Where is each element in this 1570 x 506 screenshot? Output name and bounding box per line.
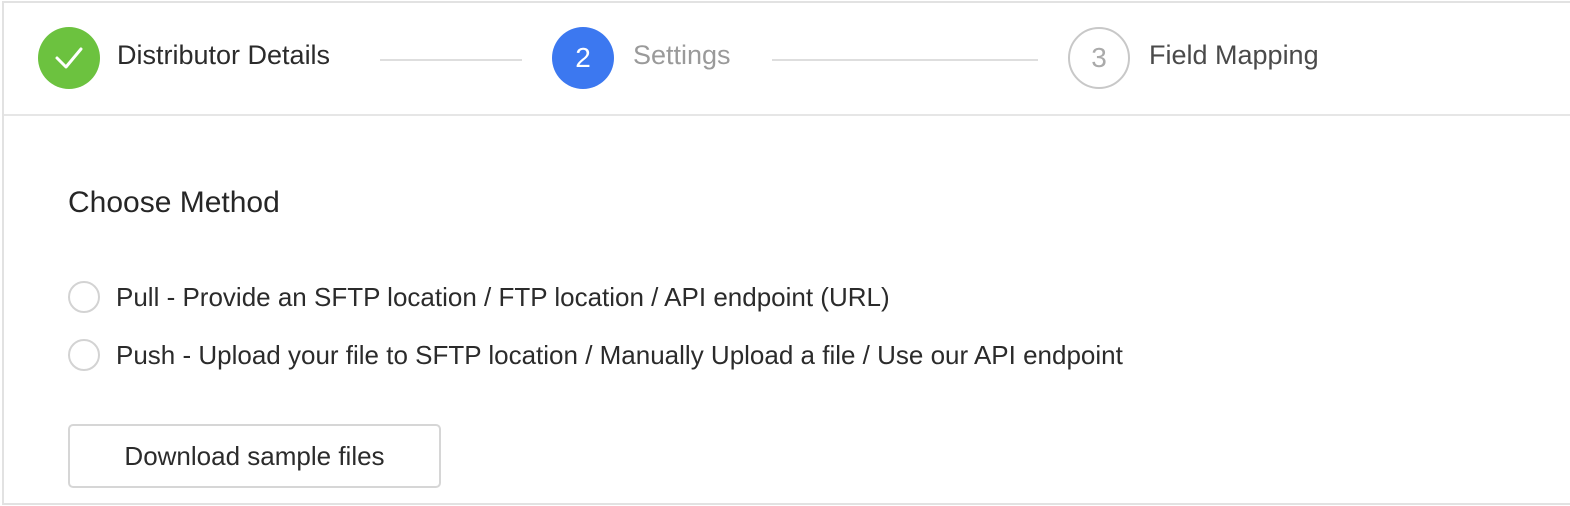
method-option-pull[interactable]: Pull - Provide an SFTP location / FTP lo… (68, 281, 890, 313)
wizard-panel: Distributor Details 2 Settings 3 Field M… (2, 1, 1570, 505)
pull-radio-button[interactable] (68, 281, 100, 313)
step-3-pending-indicator[interactable]: 3 (1068, 27, 1130, 89)
push-option-label[interactable]: Push - Upload your file to SFTP location… (116, 340, 1123, 371)
checkmark-icon (55, 47, 83, 69)
step-1-complete-indicator[interactable] (38, 27, 100, 89)
download-sample-files-button[interactable]: Download sample files (68, 424, 441, 488)
section-title: Choose Method (68, 186, 280, 219)
step-1-label[interactable]: Distributor Details (117, 37, 330, 73)
push-radio-button[interactable] (68, 339, 100, 371)
pull-option-label[interactable]: Pull - Provide an SFTP location / FTP lo… (116, 282, 890, 313)
step-connector (772, 59, 1038, 61)
method-option-push[interactable]: Push - Upload your file to SFTP location… (68, 339, 1123, 371)
step-3-label[interactable]: Field Mapping (1149, 37, 1319, 73)
step-2-label[interactable]: Settings (633, 37, 731, 73)
step-connector (380, 59, 522, 61)
step-2-active-indicator[interactable]: 2 (552, 27, 614, 89)
stepper: Distributor Details 2 Settings 3 Field M… (4, 3, 1570, 116)
